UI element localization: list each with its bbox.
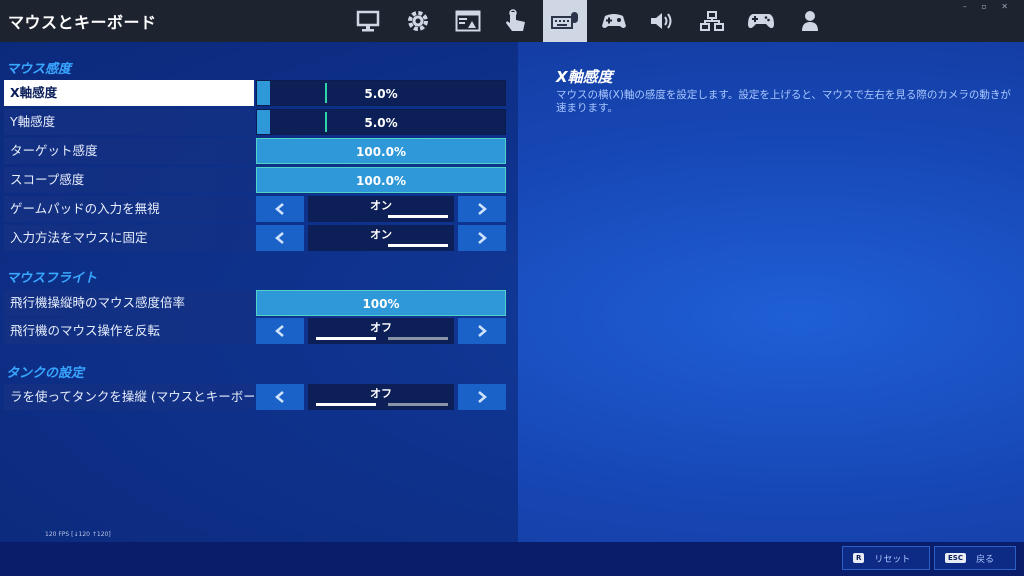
setting-label: 入力方法をマウスに固定 (4, 225, 254, 251)
chevron-right-icon (478, 325, 487, 337)
previous-option-button[interactable] (256, 196, 304, 222)
setting-row-invert-flight[interactable]: 飛行機のマウス操作を反転 オフ (4, 318, 506, 344)
option-display: オフ (308, 384, 454, 410)
chevron-right-icon (478, 232, 487, 244)
tab-gamepad[interactable] (739, 0, 783, 42)
tab-mouse-keyboard[interactable] (543, 0, 587, 42)
setting-row-scope-sensitivity[interactable]: スコープ感度 100.0% (4, 167, 506, 193)
lock-mouse-input-toggle[interactable]: オン (256, 225, 506, 251)
next-option-button[interactable] (458, 384, 506, 410)
reset-button[interactable]: R リセット (842, 546, 930, 570)
tab-account[interactable] (690, 0, 734, 42)
section-header-tank: タンクの設定 (6, 366, 85, 381)
slider-value: 5.0% (364, 116, 398, 130)
option-indicator-off (316, 244, 376, 247)
option-value: オン (370, 199, 392, 212)
gear-icon (408, 11, 428, 31)
setting-label: 飛行機操縦時のマウス感度倍率 (4, 290, 254, 316)
setting-row-target-sensitivity[interactable]: ターゲット感度 100.0% (4, 138, 506, 164)
option-display: オン (308, 196, 454, 222)
setting-row-x-sensitivity[interactable]: X軸感度 5.0% (4, 80, 506, 106)
invert-flight-toggle[interactable]: オフ (256, 318, 506, 344)
monitor-icon (356, 10, 380, 32)
setting-label: Y軸感度 (4, 109, 254, 135)
slider-value: 100.0% (356, 174, 406, 188)
keyboard-mouse-icon (551, 12, 578, 29)
tab-display[interactable] (346, 0, 390, 42)
page-title: マウスとキーボード (8, 13, 157, 32)
option-indicator-on (388, 244, 448, 247)
network-icon (700, 11, 724, 31)
controller-gear-icon (602, 14, 626, 28)
tank-mouse-toggle[interactable]: オフ (256, 384, 506, 410)
back-button[interactable]: ESC 戻る (934, 546, 1016, 570)
slider-value: 100% (362, 297, 400, 311)
keycap-esc: ESC (945, 553, 966, 563)
tab-game-settings[interactable] (396, 0, 440, 42)
option-value: オフ (370, 321, 392, 334)
option-indicator-on (388, 403, 448, 406)
next-option-button[interactable] (458, 318, 506, 344)
setting-row-flight-multiplier[interactable]: 飛行機操縦時のマウス感度倍率 100% (4, 290, 506, 316)
reset-label: リセット (874, 554, 911, 565)
back-label: 戻る (975, 554, 994, 565)
setting-label: 飛行機のマウス操作を反転 (4, 318, 254, 344)
target-sensitivity-slider[interactable]: 100.0% (256, 138, 506, 164)
setting-row-lock-mouse-input[interactable]: 入力方法をマウスに固定 オン (4, 225, 506, 251)
next-option-button[interactable] (458, 225, 506, 251)
chevron-left-icon (275, 203, 284, 215)
previous-option-button[interactable] (256, 318, 304, 344)
x-sensitivity-slider[interactable]: 5.0% (256, 80, 506, 106)
top-bar: マウスとキーボード – ▫ ✕ (0, 0, 1024, 42)
detail-description: マウスの横(X)軸の感度を設定します。設定を上げると、マウスで左右を見る際のカメ… (556, 89, 1011, 114)
option-indicator-off (316, 337, 376, 340)
tab-interface[interactable] (446, 0, 490, 42)
option-display: オン (308, 225, 454, 251)
chevron-left-icon (275, 325, 284, 337)
setting-row-ignore-gamepad[interactable]: ゲームパッドの入力を無視 オン (4, 196, 506, 222)
tab-profile[interactable] (788, 0, 832, 42)
flight-multiplier-slider[interactable]: 100% (256, 290, 506, 316)
previous-option-button[interactable] (256, 225, 304, 251)
option-value: オフ (370, 387, 392, 400)
y-sensitivity-slider[interactable]: 5.0% (256, 109, 506, 135)
detail-title: X軸感度 (556, 68, 613, 86)
tab-audio[interactable] (641, 0, 685, 42)
option-display: オフ (308, 318, 454, 344)
option-value: オン (370, 228, 392, 241)
option-indicator-off (316, 403, 376, 406)
window-icon (455, 10, 481, 32)
section-header-mouse-flight: マウスフライト (6, 271, 98, 286)
chevron-left-icon (275, 391, 284, 403)
previous-option-button[interactable] (256, 384, 304, 410)
slider-value: 5.0% (364, 87, 398, 101)
setting-row-y-sensitivity[interactable]: Y軸感度 5.0% (4, 109, 506, 135)
ignore-gamepad-toggle[interactable]: オン (256, 196, 506, 222)
option-indicator-on (388, 215, 448, 218)
setting-label: ターゲット感度 (4, 138, 254, 164)
chevron-right-icon (478, 203, 487, 215)
slider-value: 100.0% (356, 145, 406, 159)
chevron-right-icon (478, 391, 487, 403)
setting-label: スコープ感度 (4, 167, 254, 193)
tab-controller[interactable] (592, 0, 636, 42)
setting-row-tank-mouse[interactable]: ラを使ってタンクを操縦 (マウスとキーボー オフ (4, 384, 506, 410)
window-controls[interactable]: – ▫ ✕ (963, 2, 1014, 11)
option-indicator-on (388, 337, 448, 340)
option-indicator-off (316, 215, 376, 218)
fps-counter: 120 FPS [↓120 ↑120] (45, 531, 111, 538)
chevron-left-icon (275, 232, 284, 244)
account-icon (802, 11, 818, 31)
keycap-r: R (853, 553, 865, 563)
gamepad-icon (748, 14, 774, 29)
next-option-button[interactable] (458, 196, 506, 222)
touch-icon (506, 9, 525, 31)
setting-label: X軸感度 (4, 80, 254, 106)
tab-touch[interactable] (494, 0, 538, 42)
speaker-icon (651, 13, 672, 29)
setting-label: ラを使ってタンクを操縦 (マウスとキーボー (4, 384, 254, 410)
section-header-mouse-sensitivity: マウス感度 (6, 62, 72, 77)
scope-sensitivity-slider[interactable]: 100.0% (256, 167, 506, 193)
setting-label: ゲームパッドの入力を無視 (4, 196, 254, 222)
